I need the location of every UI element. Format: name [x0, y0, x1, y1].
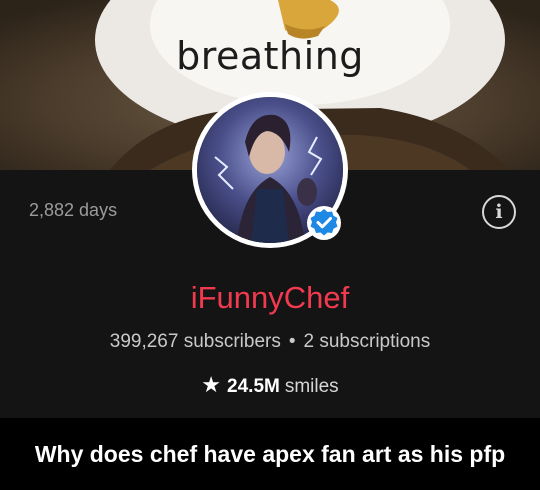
smiles-count: 24.5M [227, 376, 280, 397]
stats-separator: • [288, 331, 296, 352]
smiles-label: smiles [284, 376, 339, 397]
smiles-stat: ★ 24.5M smiles [0, 372, 540, 398]
verified-badge-icon [307, 206, 341, 240]
subscription-stats: 399,267 subscribers • 2 subscriptions [0, 331, 540, 353]
star-icon: ★ [201, 372, 222, 397]
account-age: 2,882 days [29, 200, 118, 220]
subscribers-count[interactable]: 399,267 subscribers [110, 331, 281, 352]
subscriptions-count[interactable]: 2 subscriptions [304, 331, 431, 352]
info-button[interactable]: i [482, 195, 516, 229]
banner-caption: breathing [176, 34, 364, 78]
username: iFunnyChef [190, 280, 350, 315]
meme-caption: Why does chef have apex fan art as his p… [0, 418, 540, 490]
info-icon: i [495, 200, 503, 223]
